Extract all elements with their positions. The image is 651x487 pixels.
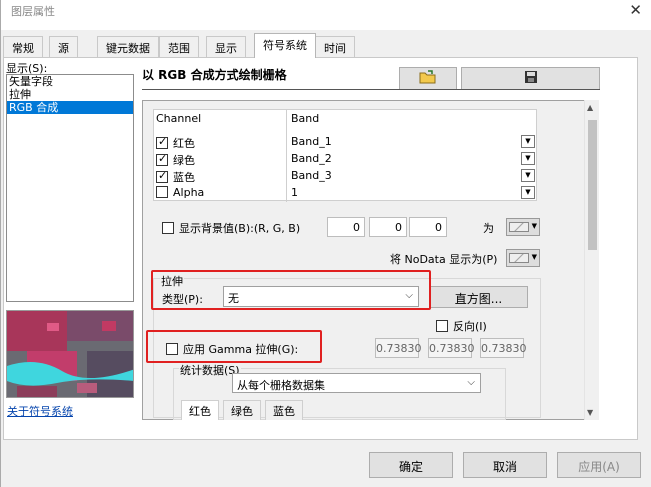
cancel-button[interactable]: 取消 [463,452,547,478]
background-row: 显示背景值(B):(R, G, B) [162,220,300,236]
stats-tab-red[interactable]: 红色 [181,400,219,420]
channel-band-table: Channel Band 红色 Band_1 ▼ 绿色 Band_2 ▼ 蓝色 … [153,109,538,202]
gamma-red-input[interactable]: 0.73830 [375,338,422,358]
gamma-green-input[interactable]: 0.73830 [428,338,475,358]
preview-thumbnail [6,310,134,398]
tab-source[interactable]: 源 [49,36,78,58]
color-swatch-icon [509,253,529,263]
gamma-blue-input[interactable]: 0.73830 [480,338,527,358]
band-value: Band_3 [291,169,332,182]
chevron-down-icon[interactable]: ▼ [521,186,535,199]
chevron-down-icon[interactable]: ▼ [521,169,535,182]
close-icon[interactable]: ✕ [629,1,642,19]
channel-label: 绿色 [173,154,195,167]
blue-channel-checkbox[interactable] [156,169,168,183]
background-g-input[interactable]: 0 [369,217,407,237]
table-header: Channel Band [154,110,538,127]
tab-key-metadata[interactable]: 键元数据 [97,36,159,58]
alpha-channel-checkbox[interactable] [156,186,168,198]
renderer-list[interactable]: 矢量字段 拉伸 RGB 合成 [6,74,134,302]
list-item-stretch[interactable]: 拉伸 [7,88,133,101]
chevron-down-icon: ▼ [531,253,537,261]
stats-tab-blue[interactable]: 蓝色 [265,400,303,420]
layer-properties-dialog: 图层属性 ✕ 常规 源 键元数据 范围 显示 符号系统 时间 显示(S): 矢量… [0,0,651,487]
chevron-down-icon: ⌵ [467,377,475,388]
nodata-label: 将 NoData 显示为(P) [390,253,498,266]
scroll-thumb[interactable] [588,120,597,250]
channel-header: Channel [156,112,202,125]
background-b-input[interactable]: 0 [409,217,447,237]
invert-checkbox[interactable] [436,320,448,332]
stats-tab-green[interactable]: 绿色 [223,400,261,420]
tab-symbology[interactable]: 符号系统 [254,33,316,58]
table-row: Alpha 1 ▼ [154,184,538,201]
band-value: Band_2 [291,152,332,165]
channel-label: 红色 [173,137,195,150]
background-r-input[interactable]: 0 [327,217,365,237]
band-value: Band_1 [291,135,332,148]
chevron-down-icon[interactable]: ▼ [521,152,535,165]
chevron-down-icon: ▼ [531,222,537,230]
as-label: 为 [483,222,494,235]
stretch-highlight-box [151,270,431,310]
background-color-picker[interactable]: ▼ [506,218,540,236]
tab-general[interactable]: 常规 [3,36,43,58]
tab-extent[interactable]: 范围 [159,36,199,58]
about-symbology-link[interactable]: 关于符号系统 [7,403,73,419]
background-label: 显示背景值(B):(R, G, B) [179,222,301,235]
statistics-value: 从每个栅格数据集 [237,379,325,392]
scroll-down-icon[interactable]: ▼ [587,408,593,417]
table-row: 绿色 Band_2 ▼ [154,150,538,167]
statistics-select[interactable]: 从每个栅格数据集 ⌵ [232,373,481,393]
tab-display[interactable]: 显示 [206,36,246,58]
green-channel-checkbox[interactable] [156,152,168,166]
save-icon [524,70,538,87]
title-bar: 图层属性 ✕ [1,0,651,30]
nodata-color-picker[interactable]: ▼ [506,249,540,267]
band-header: Band [291,112,320,125]
color-swatch-icon [509,222,529,232]
apply-button[interactable]: 应用(A) [557,452,641,478]
invert-row: 反向(I) [436,318,487,334]
band-value: 1 [291,186,298,199]
window-title: 图层属性 [11,5,55,18]
chevron-down-icon[interactable]: ▼ [521,135,535,148]
ok-button[interactable]: 确定 [369,452,453,478]
tab-time[interactable]: 时间 [315,36,355,58]
vertical-scrollbar[interactable]: ▲ ▼ [584,100,599,420]
open-button[interactable] [399,67,457,90]
open-folder-icon [419,70,437,87]
list-item-vector-field[interactable]: 矢量字段 [7,75,133,88]
table-row: 蓝色 Band_3 ▼ [154,167,538,184]
channel-label: Alpha [173,186,205,199]
renderer-heading: 以 RGB 合成方式绘制栅格 [142,68,287,82]
histogram-button[interactable]: 直方图... [429,286,528,308]
scroll-up-icon[interactable]: ▲ [587,103,593,112]
save-button[interactable] [461,67,600,90]
gamma-highlight-box [146,330,322,363]
red-channel-checkbox[interactable] [156,135,168,149]
table-row: 红色 Band_1 ▼ [154,133,538,150]
list-item-rgb-composite[interactable]: RGB 合成 [7,101,133,114]
invert-label: 反向(I) [453,320,487,333]
divider [142,89,600,90]
tab-strip: 常规 源 键元数据 范围 显示 符号系统 时间 [1,33,651,58]
show-background-checkbox[interactable] [162,222,174,234]
channel-label: 蓝色 [173,171,195,184]
